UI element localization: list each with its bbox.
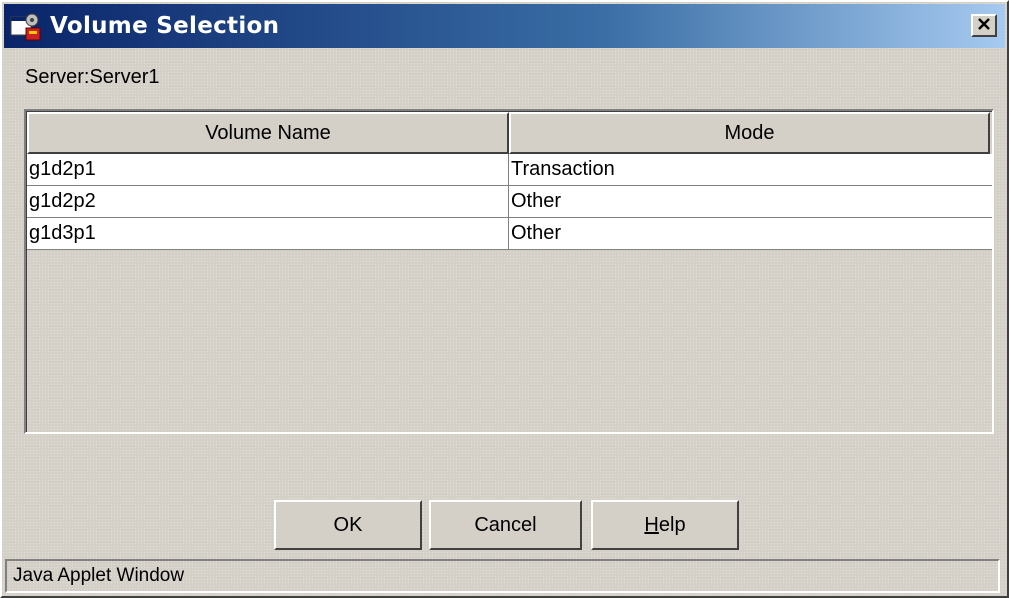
close-icon <box>977 17 991 35</box>
table-row[interactable]: g1d3p1 Other <box>27 218 992 250</box>
cancel-button[interactable]: Cancel <box>429 500 582 550</box>
volume-selection-dialog: Volume Selection Server:Server1 Volume N… <box>0 0 1009 598</box>
column-header-mode[interactable]: Mode <box>509 112 990 154</box>
close-button[interactable] <box>971 14 997 37</box>
volume-table: Volume Name Mode g1d2p1 Transaction g1d2… <box>24 109 994 434</box>
table-header: Volume Name Mode <box>27 112 992 154</box>
server-label: Server:Server1 <box>25 66 160 88</box>
table-row[interactable]: g1d2p2 Other <box>27 186 992 218</box>
ok-button-label: OK <box>333 513 363 536</box>
volume-name-cell: g1d2p1 <box>27 154 509 185</box>
title-bar[interactable]: Volume Selection <box>4 4 1005 48</box>
mode-cell: Transaction <box>511 158 615 180</box>
dialog-title: Volume Selection <box>50 13 280 39</box>
status-bar: Java Applet Window <box>5 559 1000 593</box>
mode-cell: Other <box>511 222 562 244</box>
cancel-button-label: Cancel <box>474 513 537 536</box>
volume-name-cell: g1d2p2 <box>27 186 509 217</box>
help-mnemonic: H <box>644 513 659 536</box>
column-header-volume-name[interactable]: Volume Name <box>27 112 509 154</box>
app-window-icon <box>10 12 44 42</box>
volume-name-cell: g1d3p1 <box>27 218 509 249</box>
table-row[interactable]: g1d2p1 Transaction <box>27 154 992 186</box>
help-button-label: Help <box>644 514 685 537</box>
help-button[interactable]: Help <box>591 500 739 550</box>
mode-cell: Other <box>511 190 562 212</box>
help-label-rest: elp <box>658 513 686 536</box>
ok-button[interactable]: OK <box>274 500 422 550</box>
